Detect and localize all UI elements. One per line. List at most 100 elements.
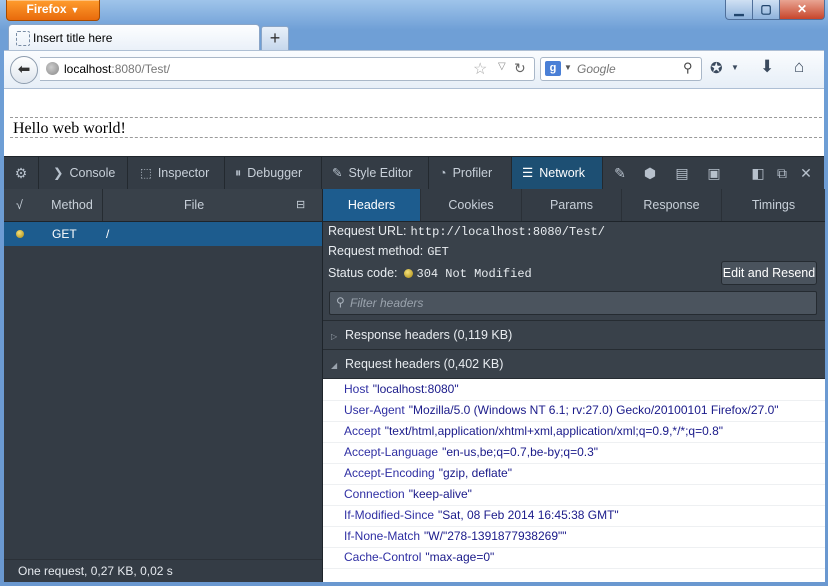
- tool-label: Profiler: [452, 166, 493, 180]
- header-value: "localhost:8080": [372, 382, 459, 396]
- tab-cookies[interactable]: Cookies: [421, 189, 522, 221]
- header-name: If-Modified-Since: [344, 508, 435, 522]
- list-item[interactable]: Cache-Control "max-age=0": [323, 547, 825, 569]
- tool-label: Debugger: [247, 166, 303, 180]
- header-value: "text/html,application/xhtml+xml,applica…: [384, 424, 724, 438]
- bookmarks-menu-icon[interactable]: ✪: [710, 59, 723, 77]
- firefox-menu-button[interactable]: Firefox ▼: [6, 0, 100, 21]
- headers-list: Host "localhost:8080" User-Agent "Mozilla/…: [323, 379, 825, 582]
- requests-header: √ Method File ⊟: [4, 189, 322, 222]
- home-icon[interactable]: ⌂: [794, 57, 804, 77]
- list-item[interactable]: If-None-Match "W/"278-1391877938269"": [323, 526, 825, 548]
- tab-console[interactable]: ❯ Console: [39, 157, 128, 189]
- tab-response[interactable]: Response: [622, 189, 722, 221]
- header-name: Accept-Language: [344, 445, 439, 459]
- tool-label: Inspector: [157, 166, 210, 180]
- url-path: :8080/Test/: [111, 62, 171, 76]
- request-url-label: Request URL:: [328, 224, 407, 238]
- list-item[interactable]: Host "localhost:8080": [323, 379, 825, 401]
- reload-icon[interactable]: ↻: [514, 60, 526, 77]
- 3d-view-icon[interactable]: ⬢: [640, 157, 660, 189]
- search-bar[interactable]: g ▼ Google ⚲: [540, 57, 702, 81]
- separate-window-icon[interactable]: ⧉: [772, 157, 792, 189]
- list-item[interactable]: Accept "text/html,application/xhtml+xml,a…: [323, 421, 825, 443]
- header-value: "keep-alive": [408, 487, 472, 501]
- browser-tab[interactable]: Insert title here: [8, 24, 260, 51]
- status-code-row: Status code: 304 Not Modified: [328, 266, 532, 281]
- inspector-icon: ⬚: [140, 166, 152, 180]
- list-item[interactable]: Accept-Language "en-us,be;q=0.7,be-by;q=0…: [323, 442, 825, 464]
- firefox-menu-label: Firefox: [26, 2, 67, 16]
- search-icon[interactable]: ⚲: [683, 60, 693, 76]
- header-name: Accept: [344, 424, 381, 438]
- tab-title: Insert title here: [33, 31, 113, 45]
- tab-headers[interactable]: Headers: [323, 189, 421, 221]
- tab-inspector[interactable]: ⬚ Inspector: [128, 157, 225, 189]
- collapse-icon: ◢: [331, 361, 338, 370]
- header-value: "gzip, deflate": [438, 466, 512, 480]
- download-icon[interactable]: ⬇: [760, 57, 774, 77]
- file-column-header[interactable]: File: [184, 189, 204, 221]
- request-headers-section[interactable]: ◢ Request headers (0,402 KB): [323, 349, 825, 379]
- history-dropdown-icon[interactable]: ▽: [498, 61, 506, 72]
- dock-side-icon[interactable]: ◧: [748, 157, 768, 189]
- new-tab-button[interactable]: +: [261, 26, 289, 50]
- header-value: "W/"278-1391877938269"": [424, 529, 567, 543]
- response-headers-section[interactable]: ▷ Response headers (0,119 KB): [323, 320, 825, 350]
- list-item[interactable]: Accept-Encoding "gzip, deflate": [323, 463, 825, 485]
- list-item[interactable]: User-Agent "Mozilla/5.0 (Windows NT 6.1; …: [323, 400, 825, 422]
- close-devtools-icon[interactable]: ✕: [796, 157, 816, 189]
- maximize-button[interactable]: ▢: [752, 0, 780, 20]
- tab-timings[interactable]: Timings: [722, 189, 825, 221]
- google-icon[interactable]: g: [545, 61, 561, 76]
- edit-and-resend-button[interactable]: Edit and Resend: [721, 261, 817, 285]
- minimize-button[interactable]: ▁: [725, 0, 753, 20]
- header-value: "Sat, 08 Feb 2014 16:45:38 GMT": [438, 508, 619, 522]
- gear-icon[interactable]: ⚙: [4, 157, 39, 189]
- profiler-icon: ◔: [439, 166, 447, 180]
- list-item[interactable]: Connection "keep-alive": [323, 484, 825, 506]
- responsive-mode-icon[interactable]: ▣: [704, 157, 724, 189]
- status-column-header[interactable]: √: [16, 189, 23, 221]
- tab-style-editor[interactable]: ✎ Style Editor: [322, 157, 429, 189]
- chevron-down-icon[interactable]: ▼: [731, 63, 739, 72]
- header-name: Host: [344, 382, 369, 396]
- search-input[interactable]: Google: [577, 62, 616, 76]
- globe-icon: [46, 62, 59, 75]
- close-window-button[interactable]: ✕: [779, 0, 825, 20]
- tab-debugger[interactable]: ⏸ Debugger: [225, 157, 322, 189]
- filter-headers-input[interactable]: ⚲ Filter headers: [329, 291, 817, 315]
- devtools-toolbar: ⚙ ❯ Console ⬚ Inspector ⏸ Debugger ✎ Style E…: [4, 156, 824, 190]
- header-value: "Mozilla/5.0 (Windows NT 6.1; rv:27.0) G…: [408, 403, 779, 417]
- debugger-icon: ⏸: [235, 166, 242, 180]
- url-text[interactable]: localhost:8080/Test/: [64, 62, 170, 76]
- list-item[interactable]: If-Modified-Since "Sat, 08 Feb 2014 16:45…: [323, 505, 825, 527]
- scratchpad-icon[interactable]: ▤: [672, 157, 692, 189]
- request-url-row: Request URL: http://localhost:8080/Test/: [328, 224, 605, 239]
- request-method: GET: [52, 227, 77, 241]
- status-dot-icon: [403, 269, 413, 278]
- requests-summary: One request, 0,27 KB, 0,02 s: [4, 559, 322, 582]
- tab-params[interactable]: Params: [522, 189, 622, 221]
- chevron-down-icon[interactable]: ▼: [564, 63, 572, 72]
- waterfall-icon[interactable]: ⊟: [296, 189, 305, 221]
- column-divider: [102, 189, 103, 221]
- page-content: Hello web world!: [4, 88, 824, 157]
- bookmark-star-icon[interactable]: ☆: [473, 59, 487, 79]
- status-code-value: 304 Not Modified: [416, 267, 532, 281]
- table-row[interactable]: GET /: [4, 222, 322, 246]
- search-icon: ⚲: [336, 295, 345, 309]
- status-dot-icon: [16, 230, 24, 238]
- tool-label: Console: [69, 166, 116, 180]
- page-text: Hello web world!: [13, 120, 126, 137]
- tab-network[interactable]: ☰ Network: [512, 157, 603, 189]
- back-button[interactable]: ⬅: [10, 56, 38, 84]
- method-column-header[interactable]: Method: [42, 189, 102, 221]
- header-name: Connection: [344, 487, 405, 501]
- tab-profiler[interactable]: ◔ Profiler: [429, 157, 512, 189]
- details-tabs: Headers Cookies Params Response Timings: [323, 189, 825, 222]
- paint-flashing-icon[interactable]: ✎: [610, 157, 630, 189]
- requests-panel: √ Method File ⊟ GET / One request, 0,27 …: [4, 189, 322, 582]
- filter-placeholder: Filter headers: [350, 296, 424, 310]
- url-bar[interactable]: localhost:8080/Test/ ☆ ▽ ↻: [40, 57, 535, 81]
